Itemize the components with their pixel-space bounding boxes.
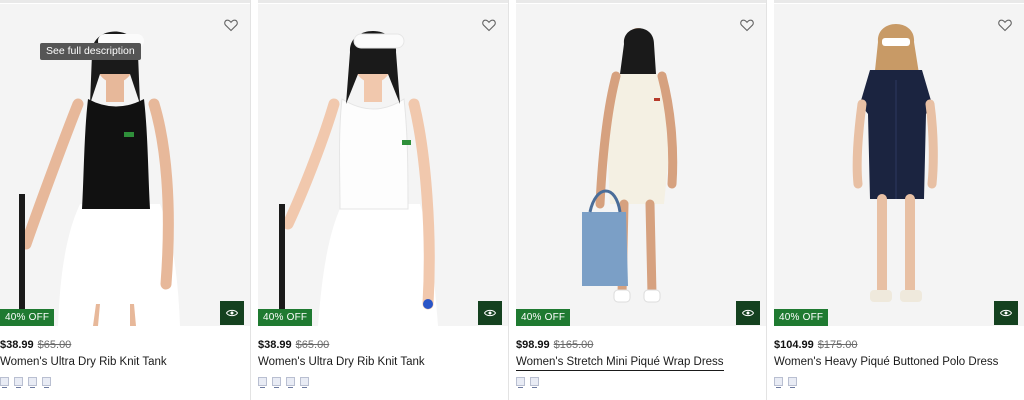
divider [774, 0, 1024, 3]
color-swatch[interactable] [0, 377, 9, 388]
price: $104.99 $175.00 [774, 339, 858, 351]
color-swatch[interactable] [258, 377, 267, 388]
color-swatch[interactable] [42, 377, 51, 388]
original-price: $65.00 [295, 339, 330, 351]
product-card[interactable]: 40% OFF $38.99 $65.00 Women's Ultra Dry R… [258, 0, 509, 400]
model-photo [852, 24, 938, 302]
product-card[interactable]: 40% OFF $104.99 $175.00 Women's Heavy Piq… [774, 0, 1024, 400]
color-swatch[interactable] [774, 377, 783, 388]
product-image[interactable]: 40% OFF [258, 4, 508, 326]
divider [258, 0, 508, 3]
discount-badge: 40% OFF [516, 309, 571, 326]
color-swatch[interactable] [14, 377, 23, 388]
product-card[interactable]: 40% OFF $98.99 $165.00 Women's Stretch Mi… [516, 0, 767, 400]
model-photo [279, 31, 438, 326]
color-swatch[interactable] [788, 377, 797, 388]
tooltip: See full description [40, 43, 141, 60]
heart-icon[interactable] [998, 18, 1012, 32]
quick-view-button[interactable] [736, 301, 760, 325]
price: $98.99 $165.00 [516, 339, 593, 351]
color-swatch[interactable] [272, 377, 281, 388]
quick-view-button[interactable] [994, 301, 1018, 325]
price: $38.99 $65.00 [258, 339, 329, 351]
discount-badge: 40% OFF [258, 309, 313, 326]
product-image[interactable]: 40% OFF [516, 4, 766, 326]
discount-badge: 40% OFF [0, 309, 55, 326]
original-price: $175.00 [817, 339, 858, 351]
color-swatch[interactable] [516, 377, 525, 388]
sale-price: $104.99 [774, 339, 814, 351]
original-price: $165.00 [553, 339, 594, 351]
color-swatch[interactable] [300, 377, 309, 388]
color-swatches [258, 377, 309, 388]
eye-icon [1000, 309, 1012, 317]
product-name-link[interactable]: Women's Stretch Mini Piqué Wrap Dress [516, 356, 724, 371]
color-swatch[interactable] [28, 377, 37, 388]
heart-icon[interactable] [224, 18, 238, 32]
product-name-link[interactable]: Women's Ultra Dry Rib Knit Tank [0, 356, 167, 370]
color-swatch[interactable] [530, 377, 539, 388]
model-photo [582, 28, 678, 303]
product-grid: 40% OFF $38.99 $65.00 Women's Ultra Dry R… [0, 0, 1024, 400]
price: $38.99 $65.00 [0, 339, 71, 351]
product-image[interactable]: 40% OFF [774, 4, 1024, 326]
discount-badge: 40% OFF [774, 309, 829, 326]
color-swatches [516, 377, 539, 388]
divider [516, 0, 766, 3]
heart-icon[interactable] [740, 18, 754, 32]
quick-view-button[interactable] [220, 301, 244, 325]
product-card[interactable]: 40% OFF $38.99 $65.00 Women's Ultra Dry R… [0, 0, 251, 400]
divider [0, 0, 250, 3]
quick-view-button[interactable] [478, 301, 502, 325]
product-name-link[interactable]: Women's Heavy Piqué Buttoned Polo Dress [774, 356, 998, 370]
sale-price: $38.99 [0, 339, 34, 351]
sale-price: $38.99 [258, 339, 292, 351]
eye-icon [742, 309, 754, 317]
original-price: $65.00 [37, 339, 72, 351]
sale-price: $98.99 [516, 339, 550, 351]
color-swatch[interactable] [286, 377, 295, 388]
heart-icon[interactable] [482, 18, 496, 32]
eye-icon [484, 309, 496, 317]
color-swatches [774, 377, 797, 388]
color-swatches [0, 377, 51, 388]
eye-icon [226, 309, 238, 317]
product-name-link[interactable]: Women's Ultra Dry Rib Knit Tank [258, 356, 425, 370]
